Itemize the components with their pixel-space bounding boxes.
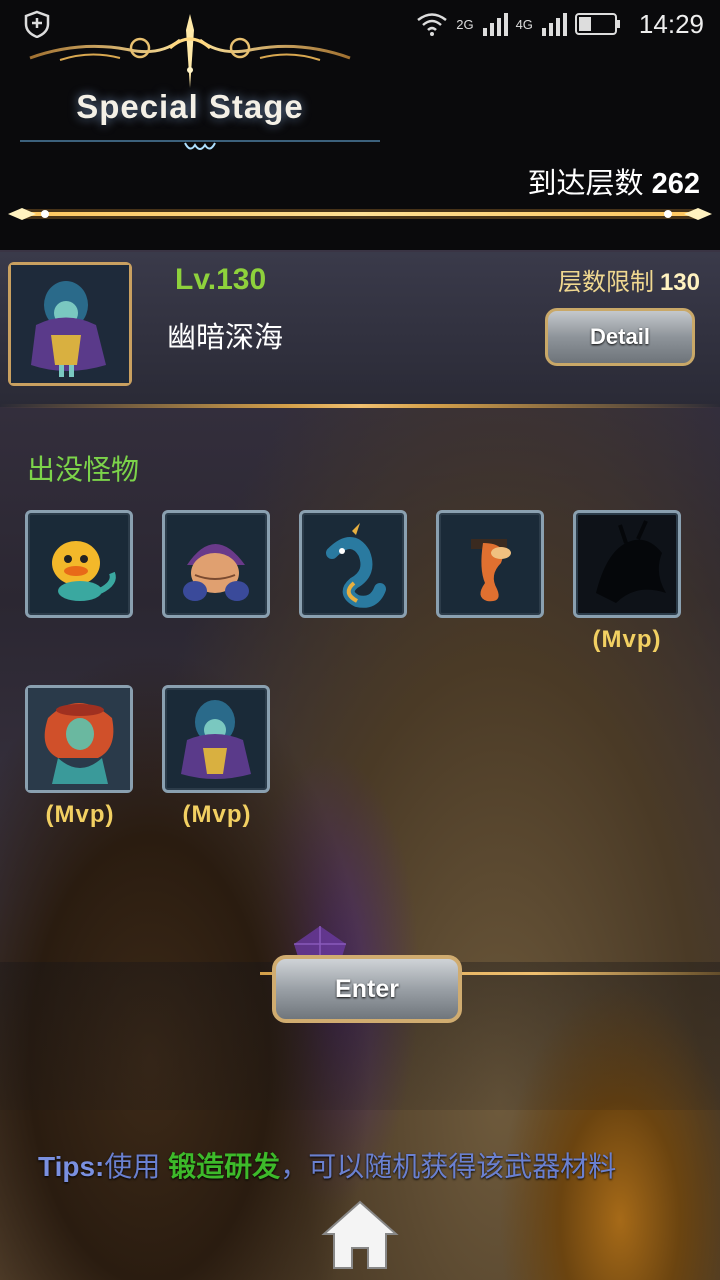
monster-card[interactable] [162, 510, 270, 620]
hooded-fish-creature-icon [183, 544, 249, 601]
tips-text-part-2: ，可以随机获得该武器材料 [280, 1151, 617, 1182]
monster-card[interactable] [299, 510, 407, 620]
monsters-section-title: 出没怪物 [27, 454, 140, 485]
deep-sea-witch-icon [11, 265, 129, 383]
detail-button[interactable]: Detail [545, 308, 695, 366]
enter-button[interactable]: Enter [272, 955, 462, 1023]
mvp-label: (Mvp) [182, 801, 252, 828]
monster-frame [573, 510, 681, 618]
panel-divider [0, 404, 720, 408]
floor-limit-value: 130 [659, 269, 700, 296]
stage-name: 幽暗深海 [167, 322, 284, 354]
status-icons: 2G 4G 14:29 [416, 8, 704, 40]
gold-divider [8, 208, 712, 220]
wifi-icon [417, 13, 448, 36]
monster-card[interactable] [573, 510, 681, 620]
floor-limit: 层数限制 130 [558, 262, 700, 297]
monster-frame [436, 510, 544, 618]
network-2g-label: 2G [456, 16, 474, 32]
orange-seahorse-icon [471, 539, 511, 602]
network-4g-label: 4G [515, 16, 533, 32]
title-underline-glow [20, 140, 380, 150]
tips-text: Tips:使用 锻造研发，可以随机获得该武器材料 [38, 1152, 678, 1182]
home-icon[interactable] [320, 1198, 400, 1270]
red-haired-mermaid-icon [28, 688, 130, 790]
floors-reached-value: 262 [651, 168, 700, 200]
floors-reached: 到达层数 262 [528, 160, 700, 202]
mvp-label: (Mvp) [592, 626, 662, 653]
monster-frame [299, 510, 407, 618]
monster-frame [162, 685, 270, 793]
signal-icon [482, 13, 508, 36]
floors-reached-label: 到达层数 [527, 168, 644, 200]
tips-label: Tips: [38, 1151, 105, 1182]
stage-boss-portrait [8, 262, 132, 386]
monster-card[interactable] [25, 510, 133, 620]
title-ornament [29, 14, 351, 88]
page-title: Special Stage [76, 88, 304, 125]
blue-sea-serpent-icon [326, 523, 386, 608]
monster-card[interactable] [436, 510, 544, 620]
monster-frame [25, 685, 133, 793]
monster-card[interactable] [162, 685, 270, 795]
monster-card[interactable] [25, 685, 133, 795]
monster-frame [162, 510, 270, 618]
yellow-chick-mermaid-icon [52, 541, 116, 601]
tips-highlight: 锻造研发 [168, 1151, 281, 1182]
battery-icon [574, 13, 620, 35]
signal-icon [541, 13, 567, 36]
floor-limit-label: 层数限制 [557, 269, 654, 296]
stage-level: Lv.130 [175, 263, 267, 296]
deep-sea-witch-icon [181, 700, 251, 779]
tips-text-part-1: 使用 [104, 1151, 169, 1182]
shadow-monster-icon [596, 520, 666, 603]
mvp-label: (Mvp) [45, 801, 115, 828]
clock: 14:29 [638, 8, 704, 39]
monster-frame [25, 510, 133, 618]
